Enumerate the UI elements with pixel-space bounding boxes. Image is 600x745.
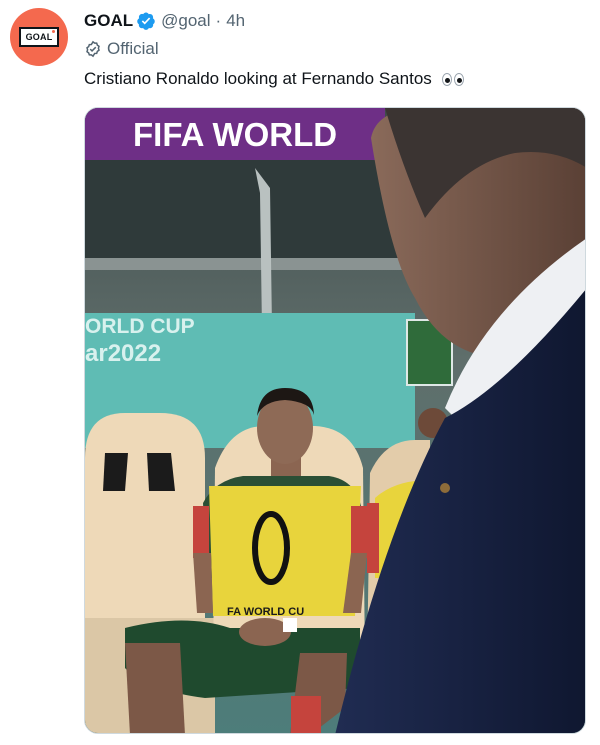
banner-text: FIFA WORLD: [133, 116, 337, 153]
official-label-text: Official: [107, 39, 159, 58]
tweet-text: Cristiano Ronaldo looking at Fernando Sa…: [84, 68, 464, 90]
dugout-rail: [85, 258, 415, 270]
official-check-icon: [86, 40, 100, 58]
dugout-roof: [85, 160, 415, 260]
logo-text: GOAL: [25, 32, 53, 42]
official-label: Official: [84, 38, 159, 60]
eyes-emoji-icon: [441, 73, 464, 87]
ronaldo-leg-left: [125, 643, 185, 733]
separator: ·: [215, 11, 222, 30]
tweet[interactable]: GOAL GOAL @goal · 4h Official Cristiano …: [0, 0, 600, 745]
avatar[interactable]: GOAL: [10, 8, 68, 66]
ronaldo-left-sleeve: [193, 506, 209, 558]
account-handle[interactable]: @goal: [161, 11, 210, 31]
ronaldo-right-sleeve: [351, 506, 367, 558]
tweet-text-content: Cristiano Ronaldo looking at Fernando Sa…: [84, 69, 432, 88]
logo-dot: [52, 30, 55, 33]
goal-logo: GOAL: [19, 27, 59, 47]
tweet-photo[interactable]: FIFA WORLD ORLD CUP ar2022 FA WORLD CU: [84, 107, 586, 734]
board-text-1: ORLD CUP: [85, 315, 195, 338]
wristband: [283, 618, 297, 632]
tweet-header: GOAL @goal · 4h: [84, 10, 245, 32]
seat-left: [85, 413, 205, 628]
timestamp[interactable]: 4h: [226, 11, 245, 31]
seat-hole-1: [103, 453, 128, 491]
verified-badge-icon: [137, 12, 155, 30]
ronaldo-sock: [291, 696, 321, 733]
vest-text: FA WORLD CU: [227, 606, 304, 618]
eye-left: [441, 73, 452, 87]
photo-illustration: FIFA WORLD ORLD CUP ar2022 FA WORLD CU: [85, 108, 585, 733]
seat-hole-2: [147, 453, 175, 491]
right-player-sleeve: [367, 503, 379, 573]
board-text-2: ar2022: [85, 340, 161, 367]
lapel-pin: [440, 483, 450, 493]
account-name[interactable]: GOAL: [84, 11, 133, 31]
eye-right: [453, 73, 464, 87]
